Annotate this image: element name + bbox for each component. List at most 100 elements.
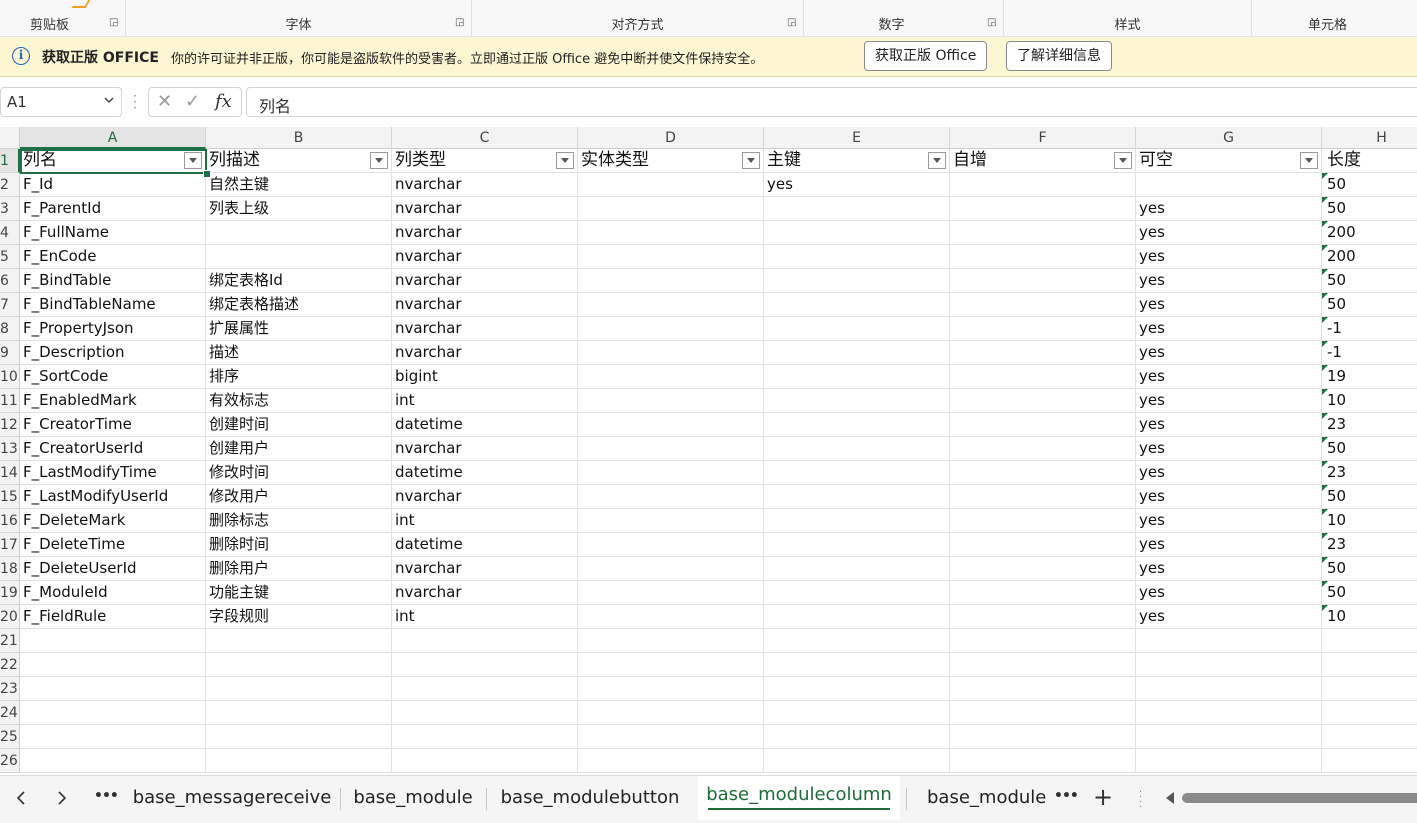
table-cell[interactable]: 自然主键 [206,173,392,197]
table-cell[interactable] [20,701,206,725]
table-cell[interactable]: 10 [1322,509,1417,533]
row-header[interactable]: 21 [0,629,20,653]
table-cell[interactable]: yes [1136,485,1322,509]
table-cell[interactable] [392,725,578,749]
table-cell[interactable] [578,653,764,677]
filter-dropdown-button[interactable] [928,152,946,169]
table-cell[interactable] [392,677,578,701]
header-cell[interactable]: 长度 [1322,149,1417,173]
table-cell[interactable]: nvarchar [392,197,578,221]
table-cell[interactable] [950,413,1136,437]
table-cell[interactable] [578,389,764,413]
table-cell[interactable]: nvarchar [392,557,578,581]
table-cell[interactable] [578,245,764,269]
table-cell[interactable] [764,533,950,557]
table-cell[interactable]: 50 [1322,581,1417,605]
table-cell[interactable]: yes [1136,533,1322,557]
table-cell[interactable] [20,749,206,773]
row-header[interactable]: 12 [0,413,20,437]
row-header[interactable]: 2 [0,173,20,197]
table-cell[interactable] [1136,629,1322,653]
table-cell[interactable]: 删除标志 [206,509,392,533]
table-cell[interactable] [950,461,1136,485]
table-cell[interactable]: nvarchar [392,317,578,341]
table-cell[interactable] [764,557,950,581]
table-cell[interactable] [764,437,950,461]
table-cell[interactable] [578,173,764,197]
table-cell[interactable] [764,677,950,701]
table-cell[interactable] [206,725,392,749]
table-cell[interactable] [578,629,764,653]
table-cell[interactable]: 23 [1322,413,1417,437]
table-cell[interactable]: F_LastModifyTime [20,461,206,485]
formula-bar-resize-handle[interactable]: · · · [133,90,137,114]
table-cell[interactable]: yes [1136,557,1322,581]
table-cell[interactable]: nvarchar [392,581,578,605]
sheet-tab-active[interactable]: base_modulecolumn [698,776,900,820]
row-header[interactable]: 14 [0,461,20,485]
row-header[interactable]: 1 [0,149,20,173]
table-cell[interactable]: bigint [392,365,578,389]
row-header[interactable]: 3 [0,197,20,221]
table-cell[interactable] [950,653,1136,677]
table-cell[interactable] [206,629,392,653]
table-cell[interactable]: F_BindTable [20,269,206,293]
table-cell[interactable]: yes [764,173,950,197]
row-header[interactable]: 13 [0,437,20,461]
table-cell[interactable]: yes [1136,437,1322,461]
table-cell[interactable]: 10 [1322,605,1417,629]
row-header[interactable]: 7 [0,293,20,317]
header-cell[interactable]: 实体类型 [578,149,764,173]
table-cell[interactable] [764,485,950,509]
table-cell[interactable] [950,341,1136,365]
table-cell[interactable] [578,677,764,701]
table-cell[interactable]: 50 [1322,485,1417,509]
table-cell[interactable]: yes [1136,605,1322,629]
tab-splitter-handle[interactable]: · · · · [1139,788,1142,813]
table-cell[interactable]: F_DeleteUserId [20,557,206,581]
column-header-f[interactable]: F [950,127,1136,149]
dialog-launcher-icon[interactable]: ◲ [455,18,465,28]
table-cell[interactable] [1322,653,1417,677]
table-cell[interactable]: 绑定表格Id [206,269,392,293]
table-cell[interactable] [392,653,578,677]
table-cell[interactable]: 50 [1322,173,1417,197]
table-cell[interactable]: int [392,389,578,413]
table-cell[interactable]: nvarchar [392,173,578,197]
table-cell[interactable] [206,677,392,701]
table-cell[interactable]: 修改用户 [206,485,392,509]
table-cell[interactable]: nvarchar [392,293,578,317]
table-cell[interactable] [206,245,392,269]
scroll-left-icon[interactable] [1166,792,1174,804]
table-cell[interactable] [578,485,764,509]
fill-handle[interactable] [203,170,211,178]
table-cell[interactable] [950,173,1136,197]
table-cell[interactable] [950,749,1136,773]
table-cell[interactable]: yes [1136,197,1322,221]
table-cell[interactable]: 200 [1322,245,1417,269]
table-cell[interactable] [1322,629,1417,653]
table-cell[interactable]: F_SortCode [20,365,206,389]
table-cell[interactable] [1136,749,1322,773]
table-cell[interactable]: 19 [1322,365,1417,389]
table-cell[interactable]: yes [1136,293,1322,317]
table-cell[interactable] [20,677,206,701]
table-cell[interactable]: 200 [1322,221,1417,245]
row-header[interactable]: 26 [0,749,20,773]
dialog-launcher-icon[interactable]: ◲ [987,18,997,28]
header-cell[interactable]: 自增 [950,149,1136,173]
table-cell[interactable]: 10 [1322,389,1417,413]
table-cell[interactable] [764,749,950,773]
scrollbar-thumb[interactable] [1182,793,1417,803]
table-cell[interactable] [950,629,1136,653]
table-cell[interactable] [950,533,1136,557]
row-header[interactable]: 23 [0,677,20,701]
table-cell[interactable] [1322,701,1417,725]
table-cell[interactable]: yes [1136,509,1322,533]
table-cell[interactable]: nvarchar [392,341,578,365]
table-cell[interactable] [578,413,764,437]
table-cell[interactable]: yes [1136,581,1322,605]
insert-function-icon[interactable]: fx [215,91,232,112]
table-cell[interactable]: 50 [1322,293,1417,317]
table-cell[interactable]: 有效标志 [206,389,392,413]
